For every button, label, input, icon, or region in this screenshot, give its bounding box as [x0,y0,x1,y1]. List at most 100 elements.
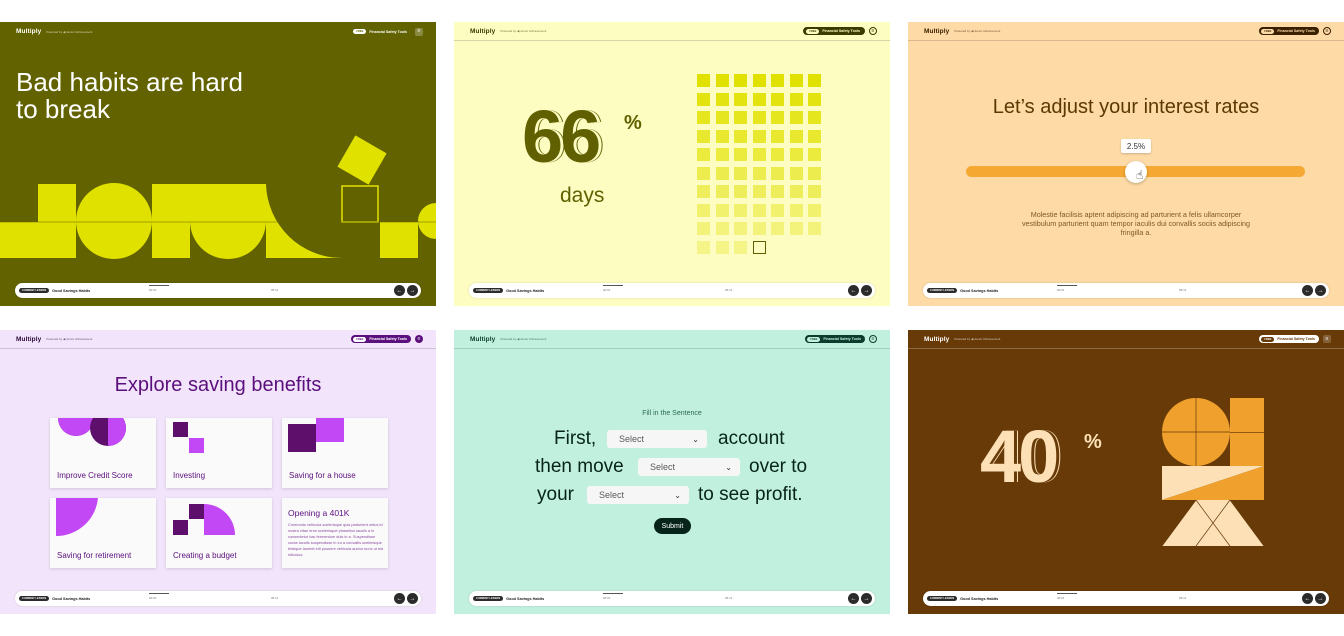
financial-tools-button[interactable]: FREE Financial Safety Tools [803,27,865,35]
prev-arrow-icon[interactable]: ← [1302,593,1313,604]
benefit-card-investing[interactable]: Investing [166,418,272,488]
submit-button[interactable]: Submit [654,518,691,534]
tool-label: Financial Safety Tools [822,29,860,33]
hand-cursor-icon: ☝ [1136,168,1144,182]
header: Multiply Powered by ◀ Junior Achievement… [908,22,1344,41]
prev-arrow-icon[interactable]: ← [394,593,405,604]
shape-rect [1230,398,1264,432]
day-cell [715,148,729,161]
day-cell-empty [752,240,766,254]
card-label: Investing [173,471,206,480]
day-cell [697,74,710,87]
day-cell [771,111,784,124]
select-placeholder: Select [599,490,625,500]
sentence-text: First, [554,428,597,449]
benefit-card-credit[interactable]: Improve Credit Score [50,418,156,488]
next-arrow-icon[interactable]: → [1315,593,1326,604]
day-cell [808,185,821,198]
day-cell [752,148,766,161]
benefit-card-retirement[interactable]: Saving for retirement [50,498,156,568]
tool-badge: FREE [1261,28,1275,34]
day-cell [697,185,710,198]
slide-title: Let’s adjust your interest rates [992,96,1260,118]
chevron-down-icon: ⌄ [692,434,699,444]
chevron-down-icon: ⌄ [725,462,732,472]
time-total: 05:11 [1179,596,1187,600]
financial-tools-button[interactable]: FREE Financial Safety Tools [351,335,411,343]
slide-bad-habits: Multiply Powered by ◀ Junior Achievement… [0,22,436,306]
shape-rect [1230,432,1264,466]
header: Multiply Powered by ◀ Junior Achievement… [454,330,890,349]
financial-tools-button[interactable]: FREE Financial Safety Tools [1259,27,1319,35]
next-arrow-icon[interactable]: → [861,593,872,604]
day-cell [734,240,747,254]
select-dropdown-1[interactable]: Select ⌄ [607,430,707,448]
menu-icon[interactable]: ≡ [869,335,877,343]
time-total: 05:11 [725,596,733,600]
brand-logo[interactable]: Multiply [470,336,495,343]
card-title: Opening a 401K [288,508,350,518]
lesson-bar: CURRENT LESSON Good Savings Habits 00:01… [15,283,421,298]
day-cell [752,185,766,198]
day-cell [697,166,710,180]
day-cell [752,74,766,87]
prev-arrow-icon[interactable]: ← [848,285,859,296]
menu-icon[interactable]: ≡ [1323,27,1331,35]
benefit-card-budget[interactable]: Creating a budget [166,498,272,568]
day-cell [697,240,710,254]
day-cell [771,166,784,180]
card-body: Commodo vehicula scelerisque quis partur… [288,522,384,557]
brand-logo[interactable]: Multiply [470,28,495,35]
time-total: 05:11 [271,596,279,600]
prev-arrow-icon[interactable]: ← [848,593,859,604]
next-arrow-icon[interactable]: → [407,285,418,296]
powered-by: Powered by ◀ Junior Achievement [500,337,547,341]
shape-circle [418,203,436,239]
shape-falling-square [337,135,387,185]
slide-40-percent: Multiply Powered by ◀ Junior Achievement… [908,330,1344,614]
day-cell [771,148,784,161]
next-arrow-icon[interactable]: → [1315,285,1326,296]
lesson-bar: CURRENT LESSON Good Savings Habits 00:01… [923,591,1329,606]
financial-tools-button[interactable]: FREE Financial Safety Tools [805,335,865,343]
card-label: Saving for a house [289,471,356,480]
brand-logo[interactable]: Multiply [16,336,41,343]
card-label: Saving for retirement [57,551,132,560]
powered-by: Powered by ◀ Junior Achievement [46,337,93,341]
slide-fill-sentence: Multiply Powered by ◀ Junior Achievement… [454,330,890,614]
shape-half-circle [190,184,266,259]
day-cell [752,203,766,217]
day-cell [789,92,803,106]
day-cell [734,92,747,106]
day-cell [715,185,729,198]
tool-badge: FREE [807,336,821,342]
select-dropdown-2[interactable]: Select ⌄ [638,458,740,476]
day-cell [808,222,821,235]
current-lesson-badge: CURRENT LESSON [19,596,50,601]
slide-description: Molestie facilisis aptent adipiscing ad … [1021,210,1251,237]
lesson-bar: CURRENT LESSON Good Savings Habits 00:01… [15,591,421,606]
brand-logo[interactable]: Multiply [924,28,949,35]
menu-icon[interactable]: ≡ [415,335,423,343]
day-cell [715,111,729,124]
next-arrow-icon[interactable]: → [407,593,418,604]
menu-icon[interactable]: ≡ [869,27,877,35]
day-cell [752,129,766,143]
benefit-card-house[interactable]: Saving for a house [282,418,388,488]
day-cell [789,185,803,198]
day-cell [752,111,766,124]
prev-arrow-icon[interactable]: ← [1302,285,1313,296]
prev-arrow-icon[interactable]: ← [394,285,405,296]
next-arrow-icon[interactable]: → [861,285,872,296]
shape-square [38,184,76,222]
header: Multiply Powered by ◀ Junior Achievement… [454,22,890,41]
shape-circle [76,183,152,259]
select-dropdown-3[interactable]: Select ⌄ [587,486,689,504]
stat-number: 66 [522,95,601,178]
day-cell [789,148,803,161]
day-cell [752,222,766,235]
benefit-card-401k[interactable]: Opening a 401K Commodo vehicula sceleris… [282,498,388,568]
slide-title: Explore saving benefits [114,374,322,396]
day-cell [715,129,729,143]
select-placeholder: Select [650,462,676,472]
